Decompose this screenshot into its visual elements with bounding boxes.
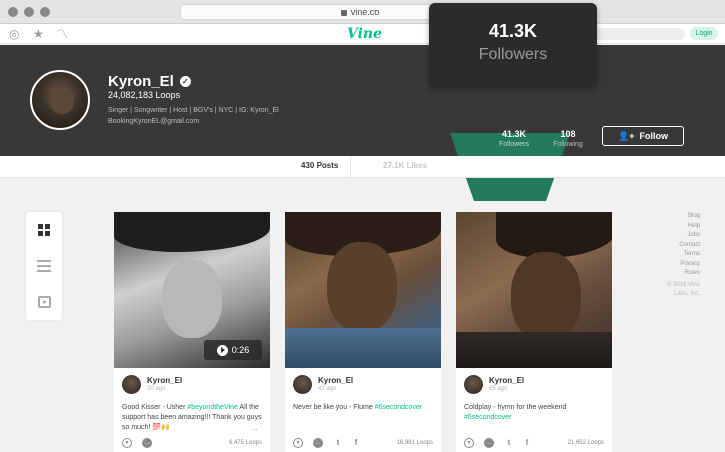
post-username[interactable]: Kyron_El	[147, 376, 182, 385]
view-toggle	[26, 212, 62, 320]
link-jobs[interactable]: Jobs	[640, 231, 700, 241]
post-card[interactable]: 0:26 Kyron_El 20 ago Good Kisser - Usher…	[114, 212, 270, 452]
post-thumbnail[interactable]	[285, 212, 441, 368]
post-time: 65 ago	[489, 386, 508, 392]
play-icon	[216, 344, 228, 356]
link-rules[interactable]: Rules	[640, 269, 700, 279]
link-terms[interactable]: Terms	[640, 250, 700, 260]
profile-loops: 24,082,183 Loops	[108, 90, 181, 100]
explore-icon[interactable]: ◎	[9, 27, 19, 41]
profile-tabs: 430 Posts 27.1K Likes	[0, 156, 725, 178]
add-person-icon: 👤+	[618, 130, 635, 141]
follow-label: Follow	[639, 131, 668, 141]
follow-button[interactable]: 👤+ Follow	[602, 126, 684, 146]
link-privacy[interactable]: Privacy	[640, 260, 700, 270]
tv-view-button[interactable]	[26, 284, 62, 320]
list-view-button[interactable]	[26, 248, 62, 284]
comment-icon[interactable]: …	[313, 438, 323, 448]
post-actions: ▾ … t f 16,981 Loops	[285, 435, 441, 452]
followers-tooltip: 41.3K Followers	[429, 3, 597, 87]
facebook-icon[interactable]: f	[351, 438, 361, 448]
post-caption: Coldplay - hymn for the weekend #6second…	[464, 404, 567, 421]
avatar	[30, 70, 90, 130]
post-loops: 21,652 Loops	[567, 440, 604, 446]
verified-icon: ✓	[179, 76, 191, 87]
post-caption: Never be like you - Flume #6secondcover	[293, 404, 423, 411]
profile-email[interactable]: BookingKyronEL@gmail.com	[108, 118, 199, 125]
profile-header: Kyron_El ✓ 24,082,183 Loops Singer | Son…	[0, 45, 725, 201]
post-time: 20 ago	[147, 386, 166, 392]
post-card[interactable]: Kyron_El 65 ago Coldplay - hymn for the …	[456, 212, 612, 452]
profile-bio: Singer | Songwriter | Host | BGV's | NYC…	[108, 107, 279, 114]
post-actions: ▾ … t f 21,652 Loops	[456, 435, 612, 452]
tab-divider	[350, 156, 351, 178]
lock-icon	[340, 10, 347, 16]
post-username[interactable]: Kyron_El	[489, 376, 524, 385]
star-icon[interactable]: ★	[33, 27, 44, 41]
copyright: © 2016 Vine Labs, Inc.	[666, 281, 700, 297]
hashtag-link[interactable]: #beyondtheVine	[187, 404, 237, 411]
tooltip-count: 41.3K	[488, 21, 538, 41]
tab-posts[interactable]: 430 Posts	[301, 161, 338, 170]
top-nav: ◎ ★ 〽 Vine Login	[0, 24, 725, 44]
post-time: 42 ago	[318, 386, 337, 392]
link-help[interactable]: Help	[640, 222, 700, 232]
hashtag-link[interactable]: #6secondcover	[464, 414, 511, 421]
vine-logo[interactable]: Vine	[347, 26, 382, 42]
post-caption: Good Kisser - Usher #beyondtheVine All t…	[122, 404, 262, 431]
revine-icon[interactable]: ▾	[464, 438, 474, 448]
facebook-icon[interactable]: f	[522, 438, 532, 448]
close-window-dot[interactable]	[8, 7, 18, 17]
post-thumbnail[interactable]: 0:26	[114, 212, 270, 368]
list-icon	[37, 260, 51, 272]
grid-icon	[38, 224, 50, 236]
grid-view-button[interactable]	[26, 212, 62, 248]
following-count: 108	[560, 129, 576, 139]
following-stat[interactable]: 108 Following	[548, 129, 588, 148]
revine-icon[interactable]: ▾	[293, 438, 303, 448]
followers-count: 41.3K	[501, 129, 527, 139]
duration-text: 0:26	[231, 345, 250, 355]
tab-likes[interactable]: 27.1K Likes	[383, 161, 427, 170]
url-text: vine.co	[350, 7, 380, 17]
trending-icon[interactable]: 〽	[56, 27, 68, 41]
avatar[interactable]	[122, 375, 141, 394]
link-blog[interactable]: Blog	[640, 212, 700, 222]
minimize-window-dot[interactable]	[24, 7, 34, 17]
comment-icon[interactable]: …	[142, 438, 152, 448]
post-card[interactable]: Kyron_El 42 ago Never be like you - Flum…	[285, 212, 441, 452]
followers-label: Followers	[499, 141, 529, 148]
twitter-icon[interactable]: t	[504, 438, 514, 448]
post-username[interactable]: Kyron_El	[318, 376, 353, 385]
comment-icon[interactable]: …	[484, 438, 494, 448]
link-contact[interactable]: Contact	[640, 241, 700, 251]
post-actions: ▾ … 6,475 Loops	[114, 435, 270, 452]
post-loops: 6,475 Loops	[228, 440, 262, 446]
twitter-icon[interactable]: t	[333, 438, 343, 448]
avatar[interactable]	[293, 375, 312, 394]
search-input[interactable]	[595, 28, 685, 40]
post-loops: 16,981 Loops	[396, 440, 433, 446]
maximize-window-dot[interactable]	[40, 7, 50, 17]
profile-username-row: Kyron_El ✓	[108, 73, 191, 90]
video-duration[interactable]: 0:26	[204, 340, 262, 360]
following-label: Following	[553, 141, 583, 148]
profile-username: Kyron_El	[108, 73, 174, 90]
more-button[interactable]: ...	[251, 423, 258, 432]
login-button[interactable]: Login	[690, 27, 718, 40]
tooltip-label: Followers	[478, 46, 548, 63]
post-thumbnail[interactable]	[456, 212, 612, 368]
footer-links: Blog Help Jobs Contact Terms Privacy Rul…	[640, 212, 700, 299]
hashtag-link[interactable]: #6secondcover	[375, 404, 422, 411]
followers-stat[interactable]: 41.3K Followers	[494, 129, 534, 148]
revine-icon[interactable]: ▾	[122, 438, 132, 448]
avatar[interactable]	[464, 375, 483, 394]
tv-icon	[37, 296, 51, 308]
browser-chrome: vine.co	[0, 0, 725, 24]
